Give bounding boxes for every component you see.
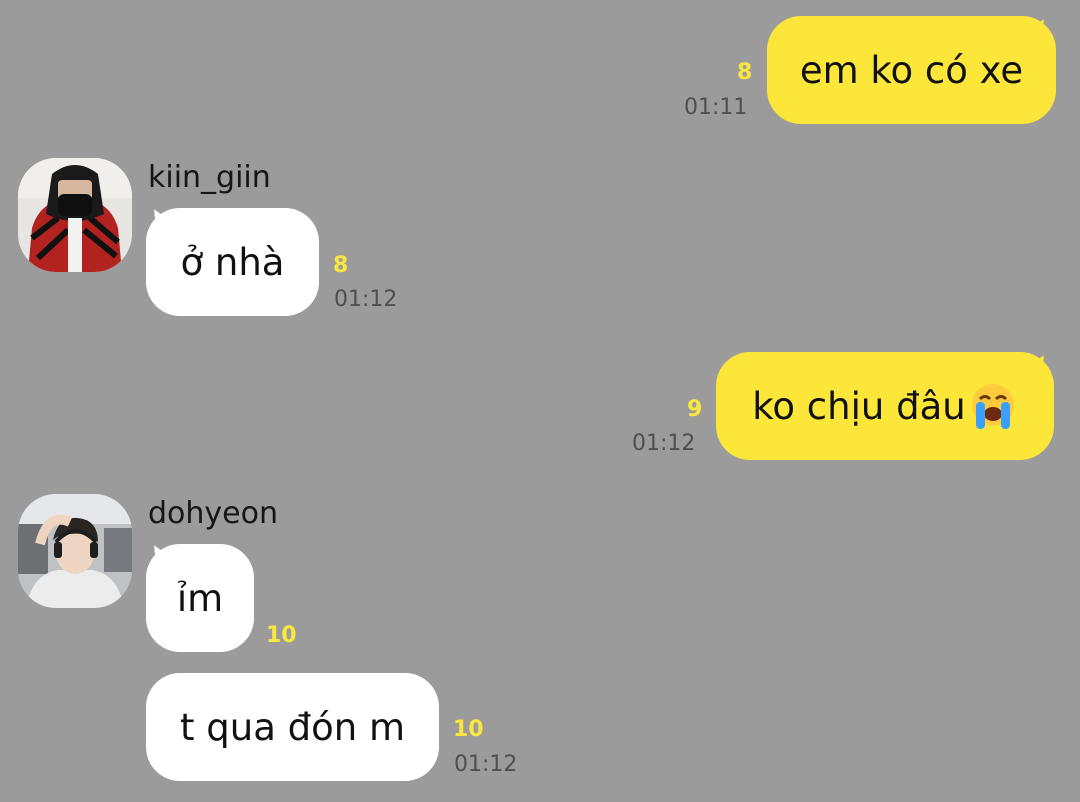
- my-message-bubble[interactable]: ko chịu đâu: [716, 352, 1054, 460]
- sender-name: kiin_giin: [148, 160, 271, 195]
- message-text: t qua đón m: [179, 705, 406, 749]
- message-time: 01:12: [632, 431, 696, 456]
- avatar-kiin-giin[interactable]: [18, 158, 132, 272]
- chat-view: em ko có xe 8 01:11 kiin_giin ở nhà 8 01…: [0, 0, 1080, 802]
- message-text: ỉm: [176, 576, 224, 620]
- sender-name: dohyeon: [148, 496, 278, 531]
- unread-count: 9: [687, 397, 703, 422]
- unread-count: 8: [333, 253, 349, 278]
- unread-count: 10: [266, 623, 297, 648]
- their-message-bubble[interactable]: t qua đón m: [146, 673, 439, 781]
- message-time: 01:12: [454, 752, 518, 777]
- message-text: ko chịu đâu: [752, 384, 966, 428]
- message-time: 01:11: [684, 95, 748, 120]
- avatar-dohyeon[interactable]: [18, 494, 132, 608]
- unread-count: 8: [737, 60, 753, 85]
- their-message-bubble[interactable]: ỉm: [146, 544, 254, 652]
- message-text: em ko có xe: [799, 48, 1024, 92]
- message-text: ở nhà: [180, 240, 285, 284]
- message-time: 01:12: [334, 287, 398, 312]
- unread-count: 10: [453, 717, 484, 742]
- my-message-bubble[interactable]: em ko có xe: [767, 16, 1056, 124]
- loudly-crying-face-icon: [968, 381, 1018, 431]
- their-message-bubble[interactable]: ở nhà: [146, 208, 319, 316]
